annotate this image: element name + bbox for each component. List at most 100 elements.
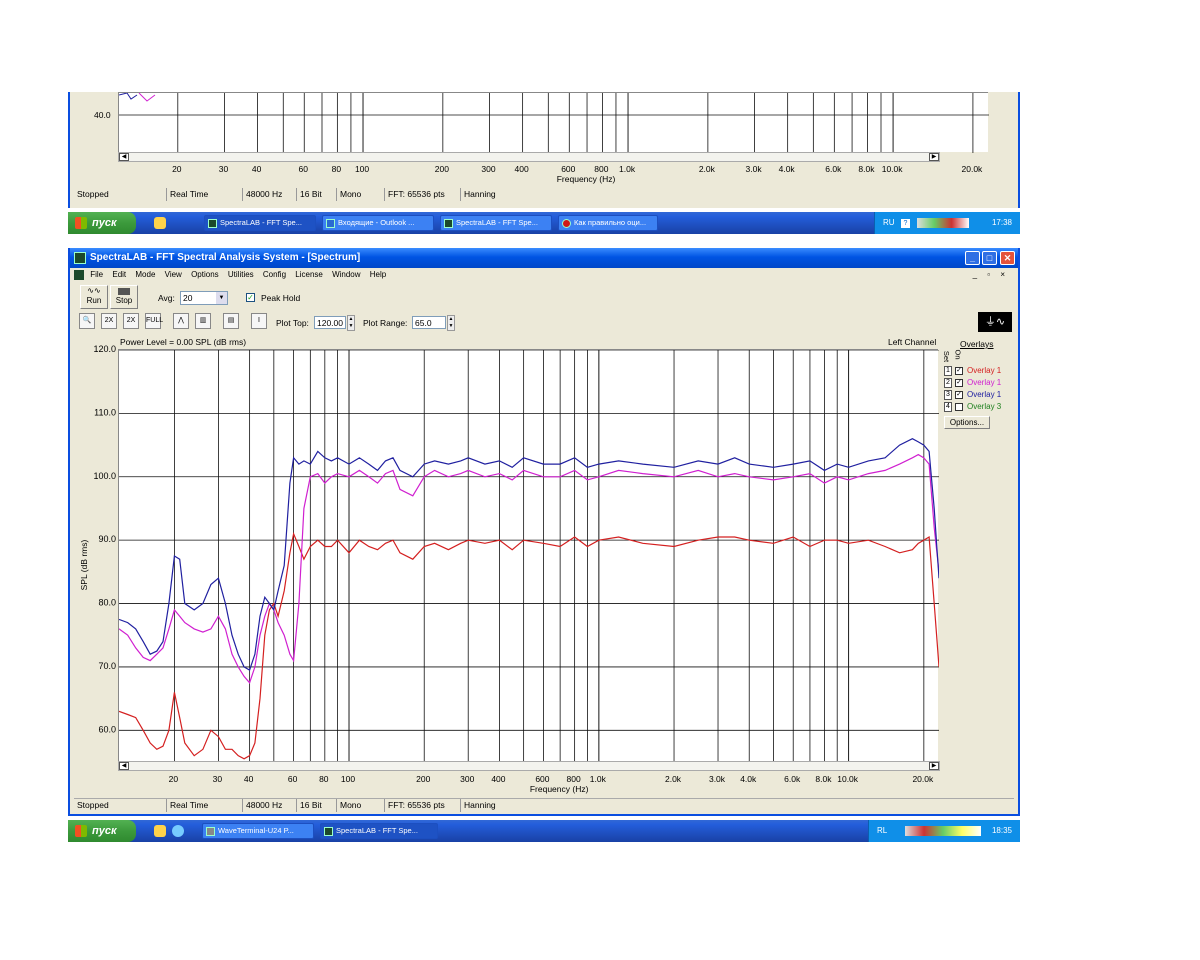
overlay-row[interactable]: 1 ✓ Overlay 1 — [944, 366, 1018, 377]
top-task-spectralab-2[interactable]: SpectraLAB - FFT Spe... — [440, 215, 552, 231]
peak-hold-label: Peak Hold — [261, 293, 301, 303]
task-label: Входящие - Outlook ... — [338, 218, 415, 227]
bottom-system-tray: RL 18:35 — [868, 820, 1020, 842]
y-tick-label: 90.0 — [98, 534, 116, 544]
menu-help[interactable]: Help — [370, 270, 386, 279]
x-tick-label: 60 — [288, 774, 298, 784]
status-samplerate: 48000 Hz — [242, 799, 296, 812]
bar-mode-icon[interactable]: ▥ — [195, 313, 211, 329]
zoom-out-2x-icon[interactable]: 2X — [123, 313, 139, 329]
overlay-row[interactable]: 2 ✓ Overlay 1 — [944, 378, 1018, 389]
overlay-set-number[interactable]: 4 — [944, 402, 952, 412]
x-tick-label: 2.0k — [665, 774, 682, 784]
main-horizontal-scrollbar[interactable]: ◀ ▶ — [118, 761, 940, 771]
menu-config[interactable]: Config — [263, 270, 286, 279]
x-tick-label: 4.0k — [779, 164, 796, 174]
x-tick-label: 1.0k — [590, 774, 607, 784]
x-tick-label: 8.0k — [815, 774, 832, 784]
zoom-icon[interactable]: 🔍 — [79, 313, 95, 329]
overlay-on-checkbox[interactable]: ✓ — [955, 391, 963, 399]
plot-range-spinner-icon[interactable]: ▲ ▼ — [447, 315, 455, 331]
x-tick-label: 200 — [416, 774, 430, 784]
status-channels: Mono — [336, 799, 384, 812]
scroll-left-icon[interactable]: ◀ — [119, 153, 129, 161]
menu-utilities[interactable]: Utilities — [228, 270, 254, 279]
overlay-name: Overlay 1 — [967, 390, 1002, 399]
task-label: Как правильно оци... — [574, 218, 647, 227]
task-label: SpectraLAB - FFT Spe... — [456, 218, 538, 227]
y-tick-label: 120.0 — [93, 344, 116, 354]
quicklaunch-icon[interactable] — [154, 217, 166, 229]
quicklaunch-refresh-icon[interactable] — [172, 825, 184, 837]
overlay-set-number[interactable]: 2 — [944, 378, 952, 388]
top-task-spectralab-1[interactable]: SpectraLAB - FFT Spe... — [204, 215, 316, 231]
menu-window[interactable]: Window — [332, 270, 360, 279]
tray-icons[interactable] — [905, 826, 981, 836]
top-horizontal-scrollbar[interactable]: ◀ ▶ — [118, 152, 940, 162]
chevron-down-icon[interactable]: ▼ — [216, 292, 227, 304]
overlay-row[interactable]: 4 Overlay 3 — [944, 402, 1018, 413]
maximize-icon[interactable]: □ — [982, 251, 997, 265]
tray-language[interactable]: RU — [883, 212, 895, 234]
tray-clock: 17:38 — [991, 218, 1012, 227]
x-tick-label: 200 — [435, 164, 449, 174]
quicklaunch-icon[interactable] — [154, 825, 166, 837]
run-button[interactable]: ∿∿ Run — [80, 285, 108, 309]
y-tick-labels: 60.0 70.0 80.0 90.0 100.0 110.0 120.0 — [93, 344, 116, 734]
bottom-start-button[interactable]: пуск — [68, 820, 136, 842]
bottom-task-waveterminal[interactable]: WaveTerminal-U24 P... — [202, 823, 314, 839]
x-tick-label: 600 — [561, 164, 575, 174]
menu-mode[interactable]: Mode — [135, 270, 155, 279]
zoom-full-icon[interactable]: FULL — [145, 313, 163, 329]
generator-icon[interactable]: ⏚∿ — [978, 312, 1012, 332]
menu-license[interactable]: License — [295, 270, 323, 279]
mdi-controls[interactable]: _ ▫ × — [973, 268, 1009, 282]
x-tick-label: 100 — [341, 774, 355, 784]
top-plot-area — [118, 92, 989, 153]
overlay-on-checkbox[interactable]: ✓ — [955, 367, 963, 375]
table-icon[interactable]: ▤ — [223, 313, 239, 329]
line-mode-icon[interactable]: ⋀ — [173, 313, 189, 329]
scroll-left-icon[interactable]: ◀ — [119, 762, 129, 770]
main-status-bar: Stopped Real Time 48000 Hz 16 Bit Mono F… — [74, 798, 1014, 812]
y-tick-label: 110.0 — [94, 407, 116, 417]
options-label: Options... — [949, 418, 985, 427]
plot-range-input[interactable]: 65.0 — [412, 316, 446, 329]
overlay-on-checkbox[interactable] — [955, 403, 963, 411]
overlay-set-number[interactable]: 3 — [944, 390, 952, 400]
menu-view[interactable]: View — [165, 270, 182, 279]
tray-clock: 18:35 — [991, 826, 1012, 835]
overlay-set-number[interactable]: 1 — [944, 366, 952, 376]
overlay-on-checkbox[interactable]: ✓ — [955, 379, 963, 387]
tray-language[interactable]: RL — [877, 820, 887, 842]
stop-button[interactable]: Stop — [110, 285, 138, 309]
x-tick-label: 80 — [319, 774, 329, 784]
scroll-right-icon[interactable]: ▶ — [929, 762, 939, 770]
x-tick-label: 100 — [355, 164, 369, 174]
plot-top-input[interactable]: 120.00 — [314, 316, 346, 329]
top-task-outlook[interactable]: Входящие - Outlook ... — [322, 215, 434, 231]
plot-top-spinner-icon[interactable]: ▲ ▼ — [347, 315, 355, 331]
tray-help-icon[interactable]: ? — [901, 219, 910, 228]
x-tick-label: 10.0k — [882, 164, 904, 174]
top-task-browser[interactable]: Как правильно оци... — [558, 215, 658, 231]
menu-edit[interactable]: Edit — [112, 270, 126, 279]
menu-options[interactable]: Options — [191, 270, 219, 279]
spectralab-icon — [208, 219, 217, 228]
scroll-right-icon[interactable]: ▶ — [929, 153, 939, 161]
cursor-icon[interactable]: I — [251, 313, 267, 329]
task-label: WaveTerminal-U24 P... — [218, 826, 294, 835]
overlay-row[interactable]: 3 ✓ Overlay 1 — [944, 390, 1018, 401]
zoom-in-2x-icon[interactable]: 2X — [101, 313, 117, 329]
menu-file[interactable]: File — [90, 270, 103, 279]
x-tick-label: 800 — [567, 774, 581, 784]
bottom-task-spectralab[interactable]: SpectraLAB - FFT Spe... — [320, 823, 438, 839]
close-icon[interactable]: ✕ — [1000, 251, 1015, 265]
overlay-options-button[interactable]: Options... — [944, 416, 990, 429]
run-label: Run — [86, 296, 102, 305]
avg-select[interactable]: 20 ▼ — [180, 291, 228, 305]
peak-hold-checkbox[interactable]: ✓ — [246, 293, 255, 302]
tray-icons[interactable] — [917, 218, 969, 228]
minimize-icon[interactable]: _ — [965, 251, 980, 265]
top-start-button[interactable]: пуск — [68, 212, 136, 234]
